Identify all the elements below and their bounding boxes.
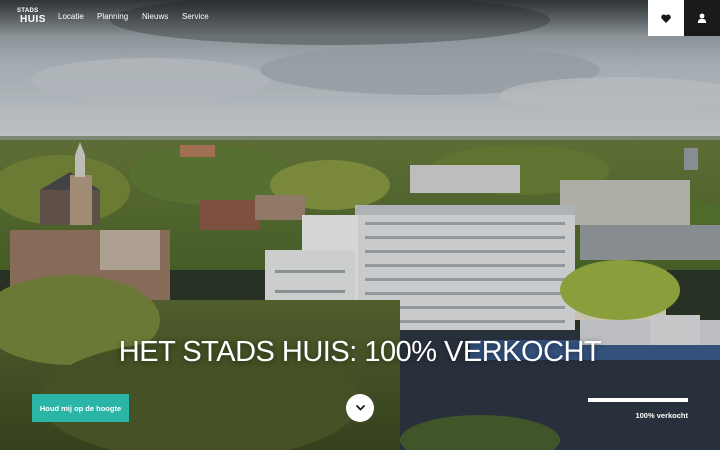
account-button[interactable] <box>684 0 720 36</box>
heart-icon <box>661 13 671 23</box>
hero-background-photo <box>0 0 720 450</box>
user-icon <box>697 13 707 23</box>
nav-locatie[interactable]: Locatie <box>58 12 84 21</box>
stads-huis-logo[interactable]: STADS HUIS <box>17 8 45 28</box>
sales-progress-bar <box>588 398 688 402</box>
hero-headline: HET STADS HUIS: 100% VERKOCHT <box>118 336 602 368</box>
nav-planning[interactable]: Planning <box>97 12 128 21</box>
hero: STADS HUIS Locatie Planning Nieuws Servi… <box>0 0 720 450</box>
chevron-down-icon <box>355 405 365 411</box>
nav-nieuws[interactable]: Nieuws <box>142 12 168 21</box>
keep-me-updated-button[interactable]: Houd mij op de hoogte <box>32 394 129 422</box>
logo-line-2: HUIS <box>20 14 46 25</box>
sales-progress-label: 100% verkocht <box>635 411 688 420</box>
top-navigation: STADS HUIS Locatie Planning Nieuws Servi… <box>0 0 720 36</box>
scroll-down-button[interactable] <box>346 394 374 422</box>
nav-service[interactable]: Service <box>182 12 209 21</box>
sales-progress-fill <box>588 398 688 402</box>
favorites-button[interactable] <box>648 0 684 36</box>
